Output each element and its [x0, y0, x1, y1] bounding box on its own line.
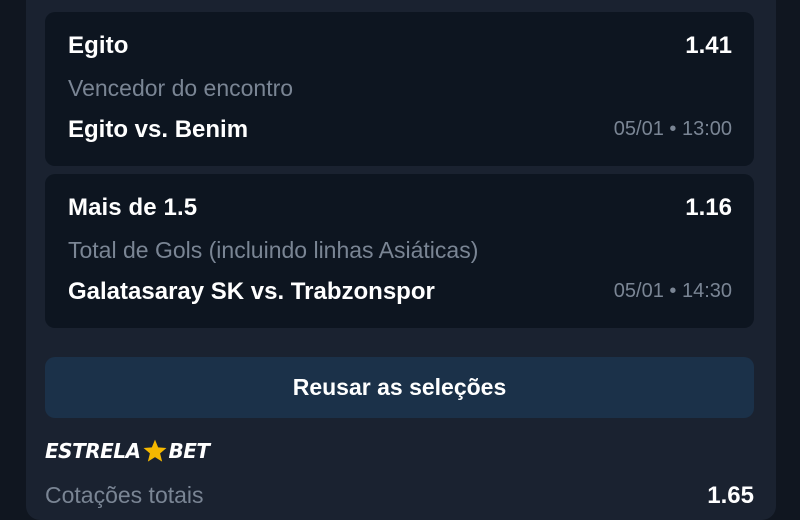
- brand-logo: ESTRELA BET: [45, 436, 210, 466]
- match-datetime: 05/01 • 14:30: [613, 280, 732, 302]
- selection-odd: 1.16: [685, 194, 732, 221]
- star-icon: [143, 439, 166, 462]
- match-datetime: 05/01 • 13:00: [613, 118, 732, 140]
- selection-name: Mais de 1.5: [68, 194, 198, 221]
- total-odds-label: Cotações totais: [45, 482, 204, 508]
- total-odds-value: 1.65: [707, 482, 754, 509]
- brand-logo-text-1: ESTRELA: [45, 439, 141, 463]
- match-name: Egito vs. Benim: [68, 116, 249, 143]
- brand-logo-text-2: BET: [168, 439, 211, 463]
- market-name: Total de Gols (incluindo linhas Asiática…: [68, 237, 479, 263]
- selection-name: Egito: [68, 32, 129, 59]
- match-name: Galatasaray SK vs. Trabzonspor: [68, 278, 435, 305]
- selection-card[interactable]: Mais de 1.5 1.16 Total de Gols (incluind…: [45, 174, 754, 328]
- market-name: Vencedor do encontro: [68, 75, 294, 101]
- selection-card[interactable]: Egito 1.41 Vencedor do encontro Egito vs…: [45, 12, 754, 166]
- selection-odd: 1.41: [685, 32, 732, 59]
- reuse-selections-button[interactable]: Reusar as seleções: [45, 357, 754, 418]
